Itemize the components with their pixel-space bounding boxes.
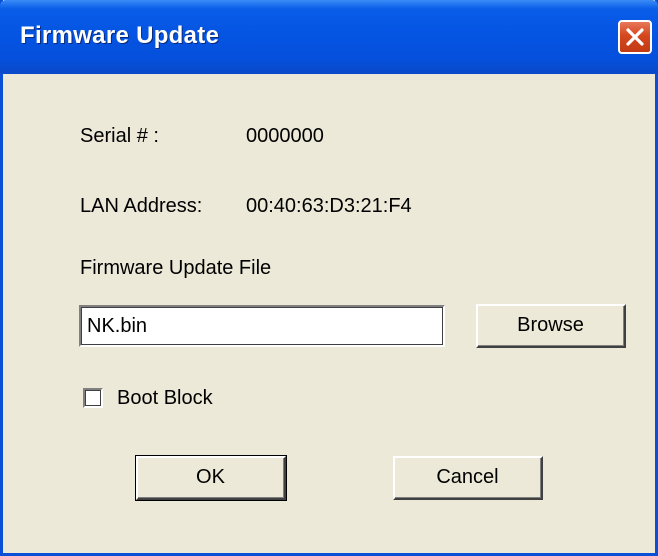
- serial-label: Serial # :: [80, 125, 159, 147]
- boot-block-checkbox[interactable]: [83, 388, 103, 408]
- close-button[interactable]: [618, 20, 652, 54]
- ok-button[interactable]: OK: [135, 455, 287, 501]
- browse-button-label: Browse: [517, 314, 584, 336]
- browse-button[interactable]: Browse: [476, 304, 626, 348]
- firmware-file-label: Firmware Update File: [80, 257, 272, 279]
- close-icon: [626, 28, 644, 46]
- serial-value: 0000000: [246, 125, 324, 147]
- cancel-button[interactable]: Cancel: [393, 456, 543, 500]
- ok-button-label: OK: [196, 466, 225, 488]
- firmware-update-dialog: Firmware Update Serial # : 0000000 LAN A…: [0, 0, 658, 556]
- title-bar[interactable]: Firmware Update: [0, 0, 658, 74]
- window-title: Firmware Update: [20, 22, 220, 49]
- cancel-button-label: Cancel: [436, 466, 499, 488]
- boot-block-label[interactable]: Boot Block: [117, 387, 213, 410]
- lan-address-label: LAN Address:: [80, 195, 203, 217]
- firmware-file-input[interactable]: NK.bin: [79, 305, 445, 347]
- lan-address-value: 00:40:63:D3:21:F4: [246, 195, 412, 217]
